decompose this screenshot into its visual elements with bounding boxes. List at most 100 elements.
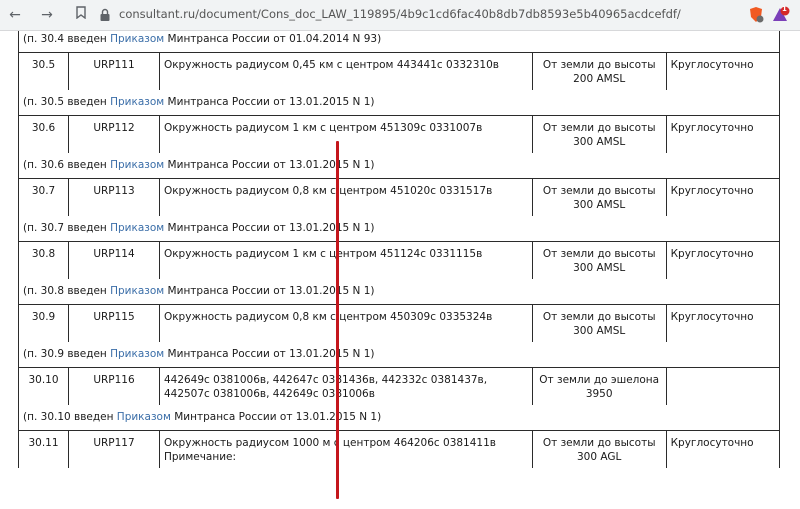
browser-toolbar: ← → consultant.ru/document/Cons_doc_LAW_…	[0, 0, 800, 31]
note-prefix: (п. 30.9 введен	[23, 348, 111, 360]
table-note: (п. 30.9 введен Приказом Минтранса Росси…	[18, 342, 780, 368]
note-suffix: Минтранса России от 13.01.2015 N 1)	[164, 285, 375, 297]
cell-code: URP117	[68, 430, 160, 468]
table-note: (п. 30.10 введен Приказом Минтранса Росс…	[18, 405, 780, 431]
lock-icon	[100, 8, 110, 21]
table-row: 30.11 URP117 Окружность радиусом 1000 м с …	[17, 430, 781, 468]
table-note-row: (п. 30.4 введен Приказом Минтранса Росси…	[18, 31, 780, 53]
description-text: Окружность радиусом 0,8 км с центром 451…	[163, 185, 493, 197]
cell-number: 30.11	[17, 430, 70, 468]
description-text: Окружность радиусом 1 км с центром 45112…	[163, 248, 483, 260]
brave-shield-icon[interactable]	[748, 6, 764, 24]
cell-altitude: От земли до высоты 300 AMSL	[531, 178, 667, 216]
note-prefix: (п. 30.5 введен	[23, 96, 111, 108]
cell-schedule	[665, 367, 781, 405]
url-text: consultant.ru/document/Cons_doc_LAW_1198…	[119, 7, 681, 21]
brave-rewards-glyph	[773, 6, 790, 21]
note-suffix: Минтранса России от 13.01.2015 N 1)	[164, 96, 375, 108]
description-text: Окружность радиусом 0,45 км с центром 44…	[163, 59, 499, 71]
brave-rewards-icon[interactable]: 1	[772, 5, 790, 24]
cell-code: URP111	[68, 52, 160, 90]
cell-code: URP115	[68, 304, 160, 342]
table-note: (п. 30.4 введен Приказом Минтранса Росси…	[18, 31, 780, 53]
table-note-row: (п. 30.6 введен Приказом Минтранса Росси…	[18, 153, 780, 179]
red-annotation-line	[336, 141, 339, 499]
table-row: 30.8 URP114 Окружность радиусом 1 км с цен…	[17, 241, 781, 279]
cell-description: Окружность радиусом 0,8 км с центром 450…	[158, 304, 533, 342]
cell-code: URP116	[68, 367, 160, 405]
order-link[interactable]: Приказом	[110, 348, 164, 360]
airspace-table: (п. 30.4 введен Приказом Минтранса Росси…	[17, 31, 781, 468]
note-prefix: (п. 30.4 введен	[23, 33, 111, 45]
note-suffix: Минтранса России от 13.01.2015 N 1)	[164, 159, 375, 171]
order-link[interactable]: Приказом	[110, 159, 164, 171]
brave-shield-glyph	[750, 7, 764, 23]
order-link[interactable]: Приказом	[110, 96, 164, 108]
table-row: 30.5 URP111 Окружность радиусом 0,45 км с …	[17, 52, 781, 90]
table-note: (п. 30.8 введен Приказом Минтранса Росси…	[18, 279, 780, 305]
table-note: (п. 30.5 введен Приказом Минтранса Росси…	[18, 90, 780, 116]
forward-arrow-icon[interactable]: →	[38, 6, 56, 24]
cell-code: URP114	[68, 241, 160, 279]
cell-altitude: От земли до высоты 300 AMSL	[531, 241, 667, 279]
cell-schedule: Круглосуточно	[665, 430, 781, 468]
bookmark-icon[interactable]	[72, 6, 90, 24]
table-row: 30.6 URP112 Окружность радиусом 1 км с цен…	[17, 115, 781, 153]
cell-description: Окружность радиусом 1 км с центром 45112…	[158, 241, 533, 279]
note-suffix: Минтранса России от 13.01.2015 N 1)	[170, 411, 382, 423]
note-suffix: Минтранса России от 01.04.2014 N 93)	[164, 33, 382, 45]
order-link[interactable]: Приказом	[110, 285, 164, 297]
table-row: 30.9 URP115 Окружность радиусом 0,8 км с ц…	[17, 304, 781, 342]
law-document: (п. 30.4 введен Приказом Минтранса Росси…	[17, 31, 781, 468]
table-note-row: (п. 30.9 введен Приказом Минтранса Росси…	[18, 342, 780, 368]
table-row: 30.10 URP116 442649с 0381006в, 442647с 038…	[17, 367, 781, 405]
table-note-row: (п. 30.5 введен Приказом Минтранса Росси…	[18, 90, 780, 116]
back-arrow-icon[interactable]: ←	[6, 6, 24, 24]
order-link[interactable]: Приказом	[110, 33, 164, 45]
table-note: (п. 30.6 введен Приказом Минтранса Росси…	[18, 153, 780, 179]
airspace-table-body: (п. 30.4 введен Приказом Минтранса Росси…	[17, 31, 781, 468]
description-text: Окружность радиусом 1 км с центром 45130…	[163, 122, 483, 134]
description-note: Примечание:	[163, 451, 237, 463]
cell-description: 442649с 0381006в, 442647с 0381436в, 4423…	[158, 367, 533, 405]
order-link[interactable]: Приказом	[117, 411, 171, 423]
note-suffix: Минтранса России от 13.01.2015 N 1)	[164, 222, 375, 234]
cell-description: Окружность радиусом 0,8 км с центром 451…	[158, 178, 533, 216]
cell-description: Окружность радиусом 1 км с центром 45130…	[158, 115, 533, 153]
note-prefix: (п. 30.6 введен	[23, 159, 111, 171]
cell-number: 30.10	[17, 367, 70, 405]
cell-number: 30.8	[17, 241, 70, 279]
note-prefix: (п. 30.8 введен	[23, 285, 111, 297]
cell-schedule: Круглосуточно	[665, 304, 781, 342]
cell-description: Окружность радиусом 0,45 км с центром 44…	[158, 52, 533, 90]
cell-description: Окружность радиусом 1000 м с центром 464…	[158, 430, 533, 468]
description-text: 442649с 0381006в, 442647с 0381436в, 4423…	[163, 374, 488, 400]
address-bar[interactable]: consultant.ru/document/Cons_doc_LAW_1198…	[95, 4, 735, 26]
table-note-row: (п. 30.7 введен Приказом Минтранса Росси…	[18, 216, 780, 242]
table-note: (п. 30.7 введен Приказом Минтранса Росси…	[18, 216, 780, 242]
cell-schedule: Круглосуточно	[665, 52, 781, 90]
cell-altitude: От земли до эшелона 3950	[531, 367, 667, 405]
cell-schedule: Круглосуточно	[665, 241, 781, 279]
cell-altitude: От земли до высоты 200 AMSL	[531, 52, 667, 90]
cell-schedule: Круглосуточно	[665, 178, 781, 216]
cell-altitude: От земли до высоты 300 AMSL	[531, 304, 667, 342]
cell-number: 30.6	[17, 115, 70, 153]
cell-altitude: От земли до высоты 300 AGL	[531, 430, 667, 468]
table-note-row: (п. 30.10 введен Приказом Минтранса Росс…	[18, 405, 780, 431]
cell-schedule: Круглосуточно	[665, 115, 781, 153]
description-text: Окружность радиусом 0,8 км с центром 450…	[163, 311, 493, 323]
notification-badge-count: 1	[782, 5, 787, 13]
cell-code: URP113	[68, 178, 160, 216]
table-note-row: (п. 30.8 введен Приказом Минтранса Росси…	[18, 279, 780, 305]
cell-number: 30.9	[17, 304, 70, 342]
bookmark-glyph	[76, 6, 86, 20]
description-text: Окружность радиусом 1000 м с центром 464…	[163, 437, 496, 449]
note-suffix: Минтранса России от 13.01.2015 N 1)	[164, 348, 375, 360]
table-row: 30.7 URP113 Окружность радиусом 0,8 км с ц…	[17, 178, 781, 216]
order-link[interactable]: Приказом	[110, 222, 164, 234]
cell-code: URP112	[68, 115, 160, 153]
cell-number: 30.7	[17, 178, 70, 216]
note-prefix: (п. 30.7 введен	[23, 222, 111, 234]
cell-altitude: От земли до высоты 300 AMSL	[531, 115, 667, 153]
